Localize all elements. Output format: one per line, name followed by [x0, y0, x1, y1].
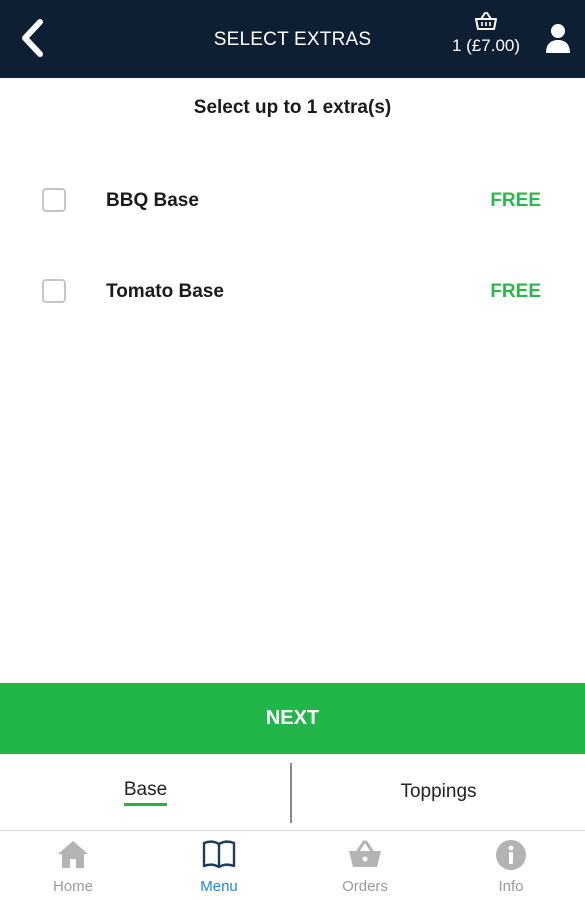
extra-option-row[interactable]: BBQ Base FREE [0, 171, 585, 231]
basket-icon [349, 840, 381, 867]
nav-home-label: Home [52, 878, 93, 895]
tab-base-label: Base [123, 779, 168, 806]
nav-info-label: Info [498, 878, 524, 895]
nav-orders[interactable]: Orders [292, 831, 438, 900]
stage-tabs: Base Toppings [0, 754, 585, 831]
book-icon [202, 840, 236, 869]
basket-button[interactable]: 1 (£7.00) [446, 12, 526, 62]
extra-checkbox[interactable] [42, 188, 66, 212]
tab-toppings[interactable]: Toppings [292, 754, 585, 830]
extra-name: BBQ Base [106, 190, 199, 211]
selection-limit-text: Select up to 1 extra(s) [193, 97, 392, 118]
info-icon [496, 840, 526, 870]
account-button[interactable] [544, 22, 572, 56]
basket-icon [475, 12, 497, 30]
tab-base[interactable]: Base [0, 754, 291, 830]
nav-menu[interactable]: Menu [146, 831, 292, 900]
nav-orders-label: Orders [342, 878, 388, 895]
user-icon [546, 24, 570, 53]
app-header: SELECT EXTRAS 1 (£7.00) [0, 0, 585, 78]
extra-price: FREE [490, 190, 541, 211]
extra-checkbox[interactable] [42, 279, 66, 303]
nav-menu-label: Menu [200, 878, 238, 895]
extra-name: Tomato Base [106, 281, 224, 302]
basket-summary: 1 (£7.00) [451, 36, 521, 55]
tab-toppings-label: Toppings [400, 781, 477, 802]
nav-home[interactable]: Home [0, 831, 146, 900]
nav-info[interactable]: Info [438, 831, 584, 900]
home-icon [58, 841, 88, 868]
extra-option-row[interactable]: Tomato Base FREE [0, 262, 585, 322]
bottom-nav: Home Menu Orders Info [0, 831, 585, 900]
extra-price: FREE [490, 281, 541, 302]
next-button[interactable]: NEXT [0, 683, 585, 754]
